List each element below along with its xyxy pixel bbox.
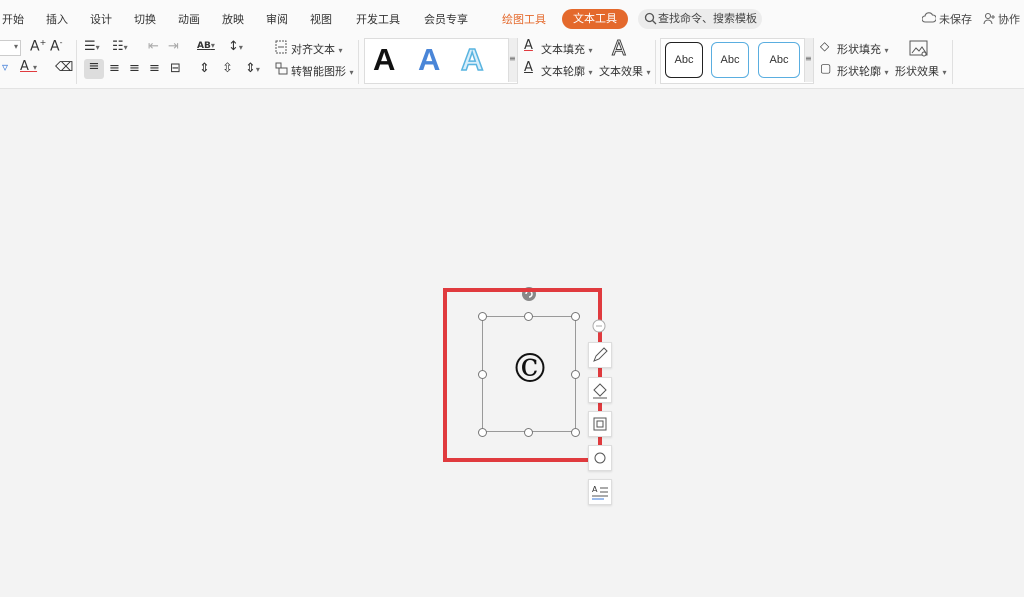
bullet-list-icon[interactable]: ☰▾: [84, 39, 100, 54]
text-effect-icon: A: [612, 36, 627, 61]
tab-design[interactable]: 设计: [90, 11, 112, 27]
zoom-icon[interactable]: [592, 319, 606, 333]
text-fill-icon: A: [524, 38, 533, 53]
smart-shape-icon: [275, 62, 288, 75]
distribute-icon[interactable]: ⊟: [170, 61, 181, 76]
text-direction-icon[interactable]: ↕▾: [228, 39, 243, 54]
decrease-font-icon[interactable]: A-: [50, 38, 62, 55]
shape-outline-icon: ▢: [820, 61, 832, 75]
text-style-blue[interactable]: A: [418, 42, 440, 78]
decrease-indent-icon[interactable]: ⇤: [148, 39, 159, 54]
fill-button[interactable]: [588, 377, 612, 403]
search-icon: [644, 12, 657, 25]
align-text-icon: [275, 40, 287, 54]
collaborate-icon: [983, 12, 995, 25]
tab-review[interactable]: 审阅: [266, 11, 288, 27]
eraser-icon[interactable]: ⌫: [55, 60, 73, 75]
tab-text-tools[interactable]: 文本工具: [562, 9, 628, 29]
outline-button[interactable]: [588, 411, 612, 437]
tab-developer[interactable]: 开发工具: [356, 11, 400, 27]
text-style-scroll[interactable]: ≡: [508, 38, 517, 82]
text-outline-icon: A: [524, 60, 533, 75]
pencil-icon: [593, 347, 608, 362]
align-center-icon[interactable]: ≡: [109, 61, 120, 76]
outline-icon: [593, 417, 607, 431]
highlight-icon[interactable]: ▿: [2, 60, 8, 74]
text-outline-button[interactable]: 文本轮廓 ▾: [541, 63, 593, 79]
shape-fill-icon: ◇: [820, 39, 830, 53]
increase-indent-icon[interactable]: ⇥: [168, 39, 179, 54]
numbered-list-icon[interactable]: ☷▾: [112, 39, 128, 54]
spacing-options-icon[interactable]: ⇕▾: [245, 61, 260, 76]
text-style-black[interactable]: A: [373, 42, 395, 78]
tab-home[interactable]: 开始: [2, 11, 24, 27]
char-spacing-icon[interactable]: AB▾: [197, 41, 215, 51]
font-color-icon[interactable]: A ▾: [20, 59, 37, 74]
text-wrap-icon: A: [592, 485, 608, 500]
text-style-outline[interactable]: A: [460, 41, 484, 78]
align-left-icon[interactable]: ≡: [84, 59, 104, 79]
tab-transition[interactable]: 切换: [134, 11, 156, 27]
shape-style-3[interactable]: Abc: [758, 42, 800, 78]
align-text-button[interactable]: 对齐文本 ▾: [291, 41, 343, 57]
text-effect-button[interactable]: 文本效果 ▾: [599, 63, 651, 79]
collaborate-button[interactable]: 协作: [998, 11, 1020, 27]
shape-outline-button[interactable]: 形状轮廓 ▾: [837, 63, 889, 79]
more-button[interactable]: [588, 445, 612, 471]
tab-view[interactable]: 视图: [310, 11, 332, 27]
para-spacing-icon[interactable]: ⇳: [222, 61, 233, 76]
unsaved-status[interactable]: 未保存: [939, 11, 972, 27]
edit-button[interactable]: [588, 342, 612, 368]
shape-effect-button[interactable]: 形状效果 ▾: [895, 63, 947, 79]
font-size-dropdown[interactable]: ▾: [0, 40, 21, 56]
tab-drawing-tools[interactable]: 绘图工具: [502, 11, 546, 27]
tab-slideshow[interactable]: 放映: [222, 11, 244, 27]
shape-style-2[interactable]: Abc: [711, 42, 749, 78]
line-spacing-icon[interactable]: ⇕: [199, 61, 210, 76]
cloud-icon: [922, 12, 936, 23]
shape-style-scroll[interactable]: ≡: [804, 38, 813, 82]
align-right-icon[interactable]: ≡: [129, 61, 140, 76]
tab-bar: 开始 插入 设计 切换 动画 放映 审阅 视图 开发工具 会员专享 绘图工具 文…: [0, 0, 1024, 36]
tab-insert[interactable]: 插入: [46, 11, 68, 27]
search-box[interactable]: 查找命令、搜索模板: [638, 9, 762, 29]
text-fill-button[interactable]: 文本填充 ▾: [541, 41, 593, 57]
shape-effect-icon: [909, 40, 928, 57]
svg-text:A: A: [592, 485, 598, 494]
increase-font-icon[interactable]: A+: [30, 38, 46, 55]
shape-fill-button[interactable]: 形状填充 ▾: [837, 41, 889, 57]
search-placeholder: 查找命令、搜索模板: [658, 12, 757, 25]
shape-style-1[interactable]: Abc: [665, 42, 703, 78]
justify-icon[interactable]: ≡: [149, 61, 160, 76]
tab-animation[interactable]: 动画: [178, 11, 200, 27]
smart-shape-button[interactable]: 转智能图形 ▾: [291, 63, 354, 79]
text-layout-button[interactable]: A: [588, 479, 612, 505]
highlight-frame: [443, 288, 602, 462]
tab-member[interactable]: 会员专享: [424, 11, 468, 27]
shape-icon: [594, 452, 606, 464]
paint-bucket-icon: [593, 383, 607, 399]
